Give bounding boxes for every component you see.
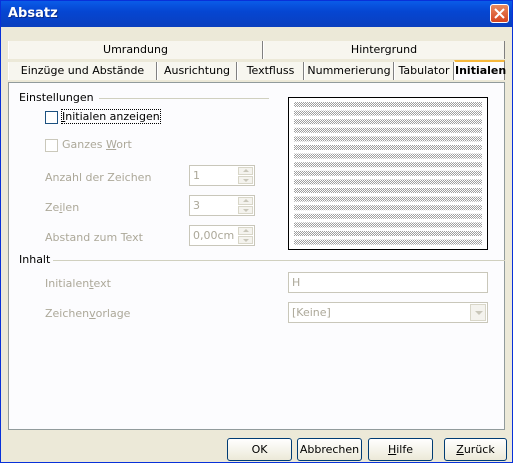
drop-cap-text-label: Initialentext bbox=[45, 277, 111, 290]
char-style-select[interactable]: [Keine] bbox=[288, 302, 488, 323]
help-button[interactable]: Hilfe bbox=[368, 438, 433, 461]
distance-label: Abstand zum Text bbox=[45, 231, 143, 244]
show-drop-caps-label[interactable]: Initialen anzeigen bbox=[61, 109, 161, 124]
spin-up-button[interactable] bbox=[238, 167, 253, 175]
tab-nummerierung[interactable]: Nummerierung bbox=[304, 62, 394, 80]
tab-tabulator[interactable]: Tabulator bbox=[394, 62, 454, 80]
preview-text-line bbox=[294, 205, 482, 211]
char-style-label: Zeichenvorlage bbox=[45, 307, 131, 320]
preview-text-line bbox=[294, 179, 482, 185]
preview-text-line bbox=[294, 196, 482, 202]
tab-row-1: Umrandung Hintergrund bbox=[8, 41, 505, 59]
preview-text-line bbox=[294, 162, 482, 168]
title-bar[interactable]: Absatz bbox=[1, 1, 512, 27]
tab-einzuege[interactable]: Einzüge und Abstände bbox=[8, 62, 157, 80]
spin-up-button[interactable] bbox=[238, 197, 253, 205]
section-divider bbox=[99, 98, 269, 99]
tab-umrandung[interactable]: Umrandung bbox=[8, 41, 263, 59]
show-drop-caps-checkbox[interactable] bbox=[45, 111, 58, 124]
drop-cap-preview bbox=[288, 97, 488, 250]
preview-text-line bbox=[294, 110, 482, 116]
preview-text-line bbox=[294, 170, 482, 176]
spin-down-button[interactable] bbox=[238, 176, 253, 184]
spin-up-button[interactable] bbox=[238, 227, 253, 235]
preview-text-line bbox=[294, 222, 482, 228]
tab-hintergrund[interactable]: Hintergrund bbox=[263, 41, 505, 59]
whole-word-checkbox[interactable] bbox=[45, 139, 58, 152]
preview-text-line bbox=[294, 231, 482, 236]
chevron-down-icon[interactable] bbox=[470, 304, 486, 321]
preview-text-line bbox=[294, 127, 482, 133]
whole-word-label: Ganzes Wort bbox=[62, 138, 132, 151]
preview-text-line bbox=[294, 188, 482, 193]
spin-down-button[interactable] bbox=[238, 236, 253, 244]
ok-button[interactable]: OK bbox=[227, 438, 292, 461]
lines-label: Zeilen bbox=[45, 201, 80, 214]
preview-text-line bbox=[294, 136, 482, 142]
drop-cap-text-field[interactable]: H bbox=[288, 272, 488, 293]
paragraph-dialog: Absatz Umrandung Hintergrund Einzüge und… bbox=[0, 0, 513, 463]
close-icon bbox=[494, 8, 505, 19]
preview-lines bbox=[294, 102, 482, 245]
tab-textfluss[interactable]: Textfluss bbox=[237, 62, 304, 80]
preview-text-line bbox=[294, 239, 482, 245]
preview-text-line bbox=[294, 145, 482, 150]
preview-text-line bbox=[294, 119, 482, 125]
preview-text-line bbox=[294, 102, 482, 107]
num-chars-label: Anzahl der Zeichen bbox=[45, 171, 152, 184]
section-divider bbox=[53, 260, 505, 261]
back-button[interactable]: Zurück bbox=[444, 438, 507, 461]
num-chars-spinbox[interactable]: 1 bbox=[189, 165, 255, 186]
close-button[interactable] bbox=[490, 4, 509, 23]
section-heading-einstellungen: Einstellungen bbox=[19, 91, 94, 104]
section-heading-inhalt: Inhalt bbox=[19, 253, 51, 266]
distance-spinbox[interactable]: 0,00cm bbox=[189, 225, 255, 246]
tab-initialen[interactable]: Initialen bbox=[454, 60, 506, 80]
spin-down-button[interactable] bbox=[238, 206, 253, 214]
preview-text-line bbox=[294, 213, 482, 219]
cancel-button[interactable]: Abbrechen bbox=[297, 438, 362, 461]
tab-row-2: Einzüge und Abstände Ausrichtung Textflu… bbox=[8, 60, 506, 80]
preview-text-line bbox=[294, 153, 482, 159]
tab-ausrichtung[interactable]: Ausrichtung bbox=[157, 62, 237, 80]
window-title: Absatz bbox=[8, 6, 58, 21]
lines-spinbox[interactable]: 3 bbox=[189, 195, 255, 216]
